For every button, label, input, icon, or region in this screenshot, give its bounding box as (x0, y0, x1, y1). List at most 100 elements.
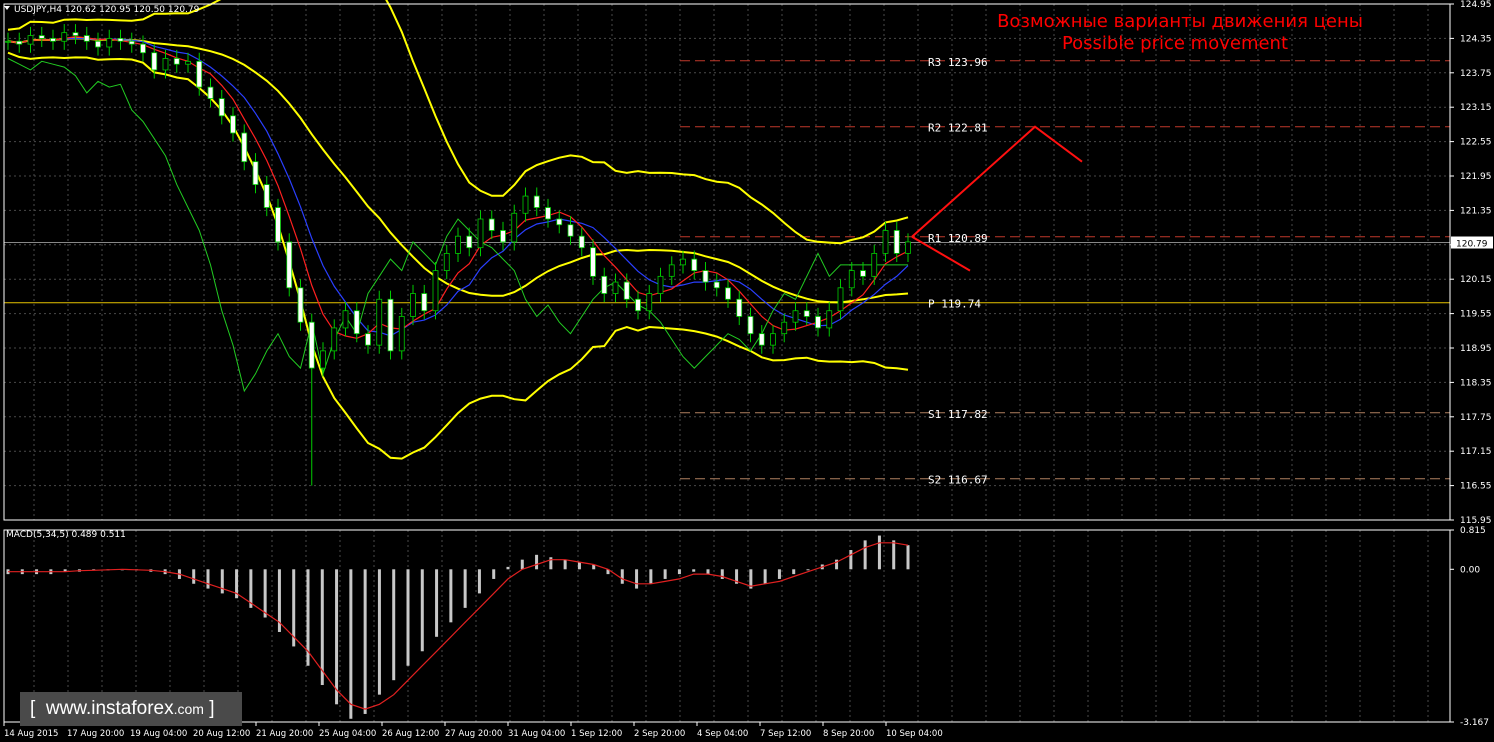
candle-body (331, 327, 338, 352)
macd-histogram-bar (492, 569, 496, 579)
macd-histogram-bar (349, 569, 353, 719)
macd-histogram-bar (420, 569, 424, 652)
candle-body (5, 40, 11, 43)
candle-body (792, 310, 799, 323)
macd-histogram-bar (892, 540, 896, 570)
candle-body (803, 310, 810, 317)
candle-body (477, 218, 484, 249)
pivot-level-label: R1 120.89 (928, 232, 988, 245)
time-tick-label: 4 Sep 04:00 (697, 729, 748, 739)
macd-histogram-bar (677, 569, 681, 575)
candle-body (657, 275, 664, 294)
candle-body (128, 40, 135, 45)
candle-body (500, 230, 506, 243)
candle-body (173, 58, 180, 65)
candle-body (151, 52, 158, 71)
macd-histogram-bar (392, 569, 396, 681)
candle-body (567, 224, 574, 237)
candle-body (365, 333, 371, 346)
price-tick-label: 124.35 (1460, 34, 1492, 44)
candle-body (95, 40, 101, 48)
candle-body (882, 230, 889, 254)
candle-body (342, 310, 349, 329)
macd-histogram-bar (877, 535, 881, 570)
macd-histogram-bar (192, 569, 196, 584)
macd-histogram-bar (649, 569, 653, 584)
price-tick-label: 116.55 (1460, 482, 1492, 492)
pivot-level-label: P 119.74 (928, 298, 981, 311)
macd-histogram-bar (535, 554, 539, 570)
time-tick-label: 27 Aug 20:00 (445, 729, 502, 739)
time-tick-label: 7 Sep 12:00 (760, 729, 811, 739)
candle-body (578, 235, 585, 249)
candle-body (27, 35, 34, 45)
time-tick-label: 21 Aug 20:00 (256, 729, 313, 739)
macd-histogram-bar (663, 569, 667, 579)
macd-histogram-bar (635, 569, 639, 589)
candle-body (533, 195, 540, 208)
candle-body (241, 132, 248, 163)
symbol-header: USDJPY,H4 120.62 120.95 120.50 120.79 (14, 5, 200, 15)
price-tick-label: 121.95 (1460, 172, 1492, 182)
candle-body (680, 258, 686, 266)
candle-body (353, 310, 360, 335)
candle-body (140, 43, 146, 54)
candle-body (83, 35, 90, 42)
annotation-line2: Possible price movement (1062, 33, 1288, 54)
macd-histogram-bar (863, 540, 867, 570)
macd-label: MACD(5,34,5) 0.489 0.511 (6, 530, 126, 540)
macd-histogram-bar (806, 569, 810, 571)
macd-histogram-bar (906, 545, 910, 570)
pivot-level-label: S2 116.67 (928, 474, 988, 487)
macd-histogram-bar (335, 569, 339, 705)
candle-body (668, 264, 675, 277)
macd-histogram-bar (477, 569, 481, 594)
time-tick-label: 17 Aug 20:00 (67, 729, 124, 739)
macd-histogram-bar (792, 569, 796, 575)
candle-body (196, 60, 203, 88)
candle-body (826, 310, 833, 329)
price-tick-label: 123.75 (1460, 69, 1492, 79)
candle-body (635, 298, 641, 312)
annotation-line1: Возможные варианты движения цены (997, 11, 1363, 32)
candle-body (387, 298, 394, 352)
time-tick-label: 20 Aug 12:00 (193, 729, 250, 739)
candle-body (185, 60, 191, 65)
candle-body (837, 287, 844, 312)
candle-body (646, 293, 653, 312)
price-tick-label: 118.95 (1460, 344, 1492, 354)
candle-body (72, 32, 79, 36)
macd-histogram-bar (549, 557, 553, 570)
macd-tick-label: 0.815 (1460, 526, 1486, 536)
candle-body (61, 32, 68, 42)
macd-histogram-bar (263, 569, 267, 618)
candle-body (286, 241, 293, 289)
candle-body (725, 287, 731, 300)
candle-body (117, 38, 124, 42)
candle-body (860, 270, 866, 277)
price-tick-label: 115.95 (1460, 516, 1492, 526)
macd-histogram-bar (577, 562, 581, 570)
watermark-bracket-left: [ (30, 698, 36, 719)
macd-histogram-bar (849, 550, 853, 570)
candle-body (770, 333, 776, 346)
price-tick-label: 119.55 (1460, 310, 1492, 320)
candle-body (511, 212, 518, 243)
candle-body (612, 281, 619, 294)
macd-histogram-bar (777, 569, 781, 579)
time-tick-label: 1 Sep 12:00 (571, 729, 622, 739)
candle-body (162, 58, 169, 71)
price-chart: R3 123.96 R2 122.81 R1 120.89 P 119.74 S1 11… (0, 0, 1494, 742)
macd-tick-label: -3.167 (1460, 718, 1489, 728)
candle-body (320, 350, 326, 369)
macd-histogram-bar (206, 569, 210, 589)
candle-body (398, 316, 405, 352)
macd-histogram-bar (435, 569, 439, 637)
price-tick-label: 117.15 (1460, 447, 1492, 457)
candle-body (50, 38, 56, 42)
candle-body (297, 287, 304, 323)
candle-body (691, 258, 698, 271)
candle-body (545, 207, 551, 220)
candle-body (207, 86, 214, 99)
current-price-label: 120.79 (1456, 240, 1488, 250)
